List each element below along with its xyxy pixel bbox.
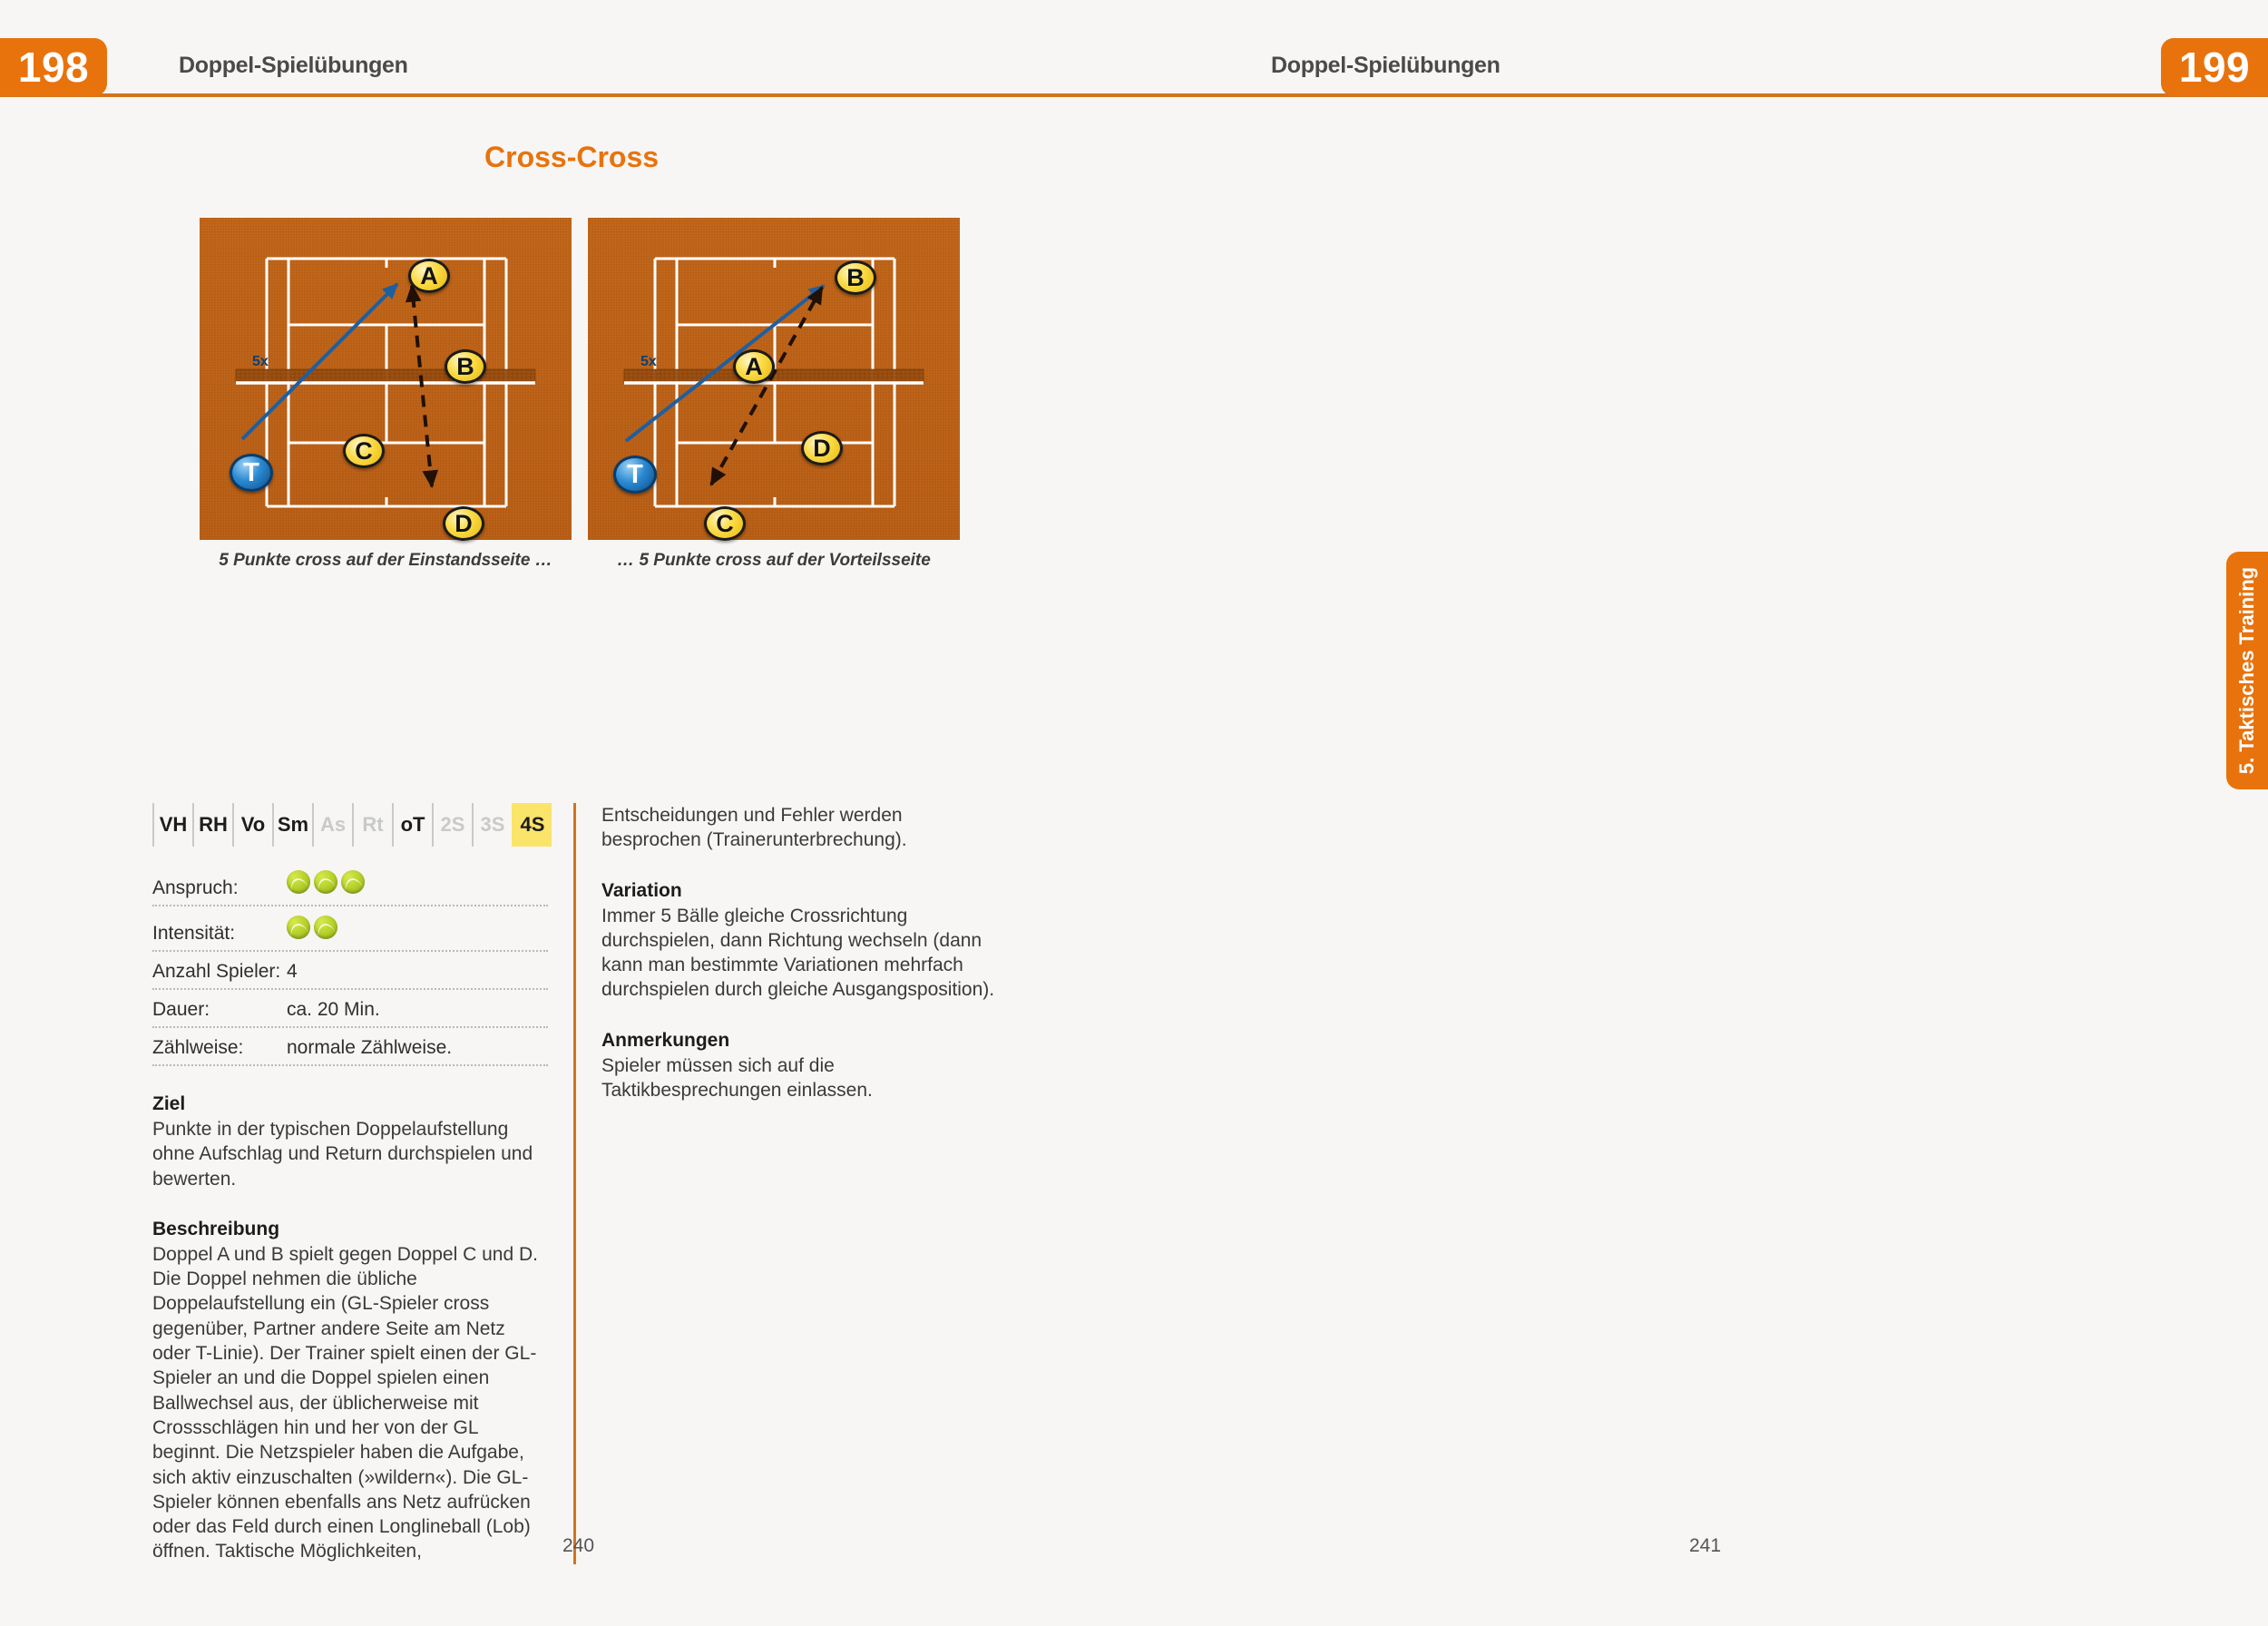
page-badge-right: 199	[2161, 38, 2268, 96]
exercise-title: Cross-Cross	[484, 141, 660, 173]
trainer-marker: T	[230, 454, 273, 492]
stroke-type-badge-row: VH RH Vo Sm As Rt oT 2S 3S 4S	[152, 803, 552, 847]
spec-value: 4	[287, 961, 298, 982]
running-head-left: Doppel-Spielübungen	[179, 53, 408, 78]
trainer-marker-label: T	[627, 459, 643, 489]
text-columns: VH RH Vo Sm As Rt oT 2S 3S 4S Anspruch: Intensität:…	[152, 803, 1000, 1564]
footer-page-number-left: 240	[562, 1535, 595, 1556]
ziel-text: Punkte in der typischen Doppelaufstellun…	[152, 1119, 533, 1190]
spec-label: Dauer:	[152, 999, 210, 1020]
stroke-badge-rh[interactable]: RH	[192, 803, 232, 847]
ziel-heading: Ziel	[152, 1093, 186, 1114]
player-marker-a: A	[733, 349, 775, 384]
stroke-badge-as[interactable]: As	[312, 803, 352, 847]
stroke-badge-vh[interactable]: VH	[152, 803, 192, 847]
player-marker-d: D	[443, 506, 484, 541]
player-marker-c: C	[343, 434, 385, 468]
anmerkungen-heading: Anmerkungen	[601, 1029, 730, 1051]
beschreibung-heading: Beschreibung	[152, 1218, 280, 1239]
spec-label: Zählweise:	[152, 1037, 244, 1058]
tennis-ball-icon	[287, 916, 310, 939]
tennis-ball-icon	[341, 870, 365, 894]
right-text-column: Entscheidungen und Fehler werden besproc…	[576, 803, 1000, 1564]
tennis-ball-icon	[287, 870, 310, 894]
court-caption: 5 Punkte cross auf der Einstandsseite …	[219, 551, 552, 570]
trainer-marker: T	[613, 455, 657, 494]
footer-page-number-right: 241	[1689, 1535, 1722, 1556]
player-marker-a: A	[408, 259, 450, 293]
beschreibung-continuation-text: Entscheidungen und Fehler werden besproc…	[601, 805, 907, 851]
stroke-badge-2s[interactable]: 2S	[432, 803, 472, 847]
stroke-badge-3s[interactable]: 3S	[472, 803, 512, 847]
player-marker-c: C	[704, 506, 746, 541]
left-text-column: VH RH Vo Sm As Rt oT 2S 3S 4S Anspruch: Intensität:…	[152, 803, 576, 1564]
chapter-side-tab: 5. Taktisches Training	[2226, 552, 2268, 789]
player-marker-d: D	[801, 431, 843, 465]
running-head-right: Doppel-Spielübungen	[1271, 53, 1501, 78]
rating-balls	[287, 870, 365, 894]
spec-value: normale Zählweise.	[287, 1037, 453, 1058]
spec-row: Anzahl Spieler: 4	[152, 961, 548, 990]
chapter-side-tab-label: 5. Taktisches Training	[2235, 566, 2258, 775]
court-diagram-row: 5x A B C D T 5 Punkte cross auf der Einstandss…	[200, 218, 960, 571]
spec-row: Intensität:	[152, 916, 548, 952]
rating-balls	[287, 916, 337, 939]
player-marker-label: D	[813, 434, 831, 462]
spec-row: Anspruch:	[152, 870, 548, 906]
spec-row: Zählweise: normale Zählweise.	[152, 1037, 548, 1066]
repeat-count-label: 5x	[640, 354, 657, 369]
stroke-badge-vo[interactable]: Vo	[232, 803, 272, 847]
tennis-ball-icon	[314, 916, 337, 939]
player-marker-label: B	[846, 263, 865, 291]
player-marker-label: A	[420, 261, 438, 289]
book-spread: 198 199 Doppel-Spielübungen Doppel-Spiel…	[0, 0, 2268, 1626]
player-marker-label: D	[455, 509, 473, 537]
stroke-badge-ot[interactable]: oT	[392, 803, 432, 847]
tennis-ball-icon	[314, 870, 337, 894]
beschreibung-text: Doppel A und B spielt gegen Doppel C und…	[152, 1243, 538, 1562]
spec-row: Dauer: ca. 20 Min.	[152, 999, 548, 1028]
anmerkungen-text: Spieler müssen sich auf die Taktikbespre…	[601, 1054, 873, 1102]
page-badge-left: 198	[0, 38, 107, 96]
player-marker-label: C	[716, 509, 734, 537]
repeat-count-label: 5x	[252, 354, 269, 369]
player-marker-label: A	[745, 352, 763, 380]
court-caption: … 5 Punkte cross auf der Vorteilsseite	[617, 551, 931, 570]
header-rule-left	[0, 93, 1141, 97]
trainer-marker-label: T	[243, 457, 259, 487]
player-marker-label: C	[355, 436, 373, 465]
variation-text: Immer 5 Bälle gleiche Crossrichtung durc…	[601, 905, 995, 1001]
header-rule-right	[1141, 93, 2268, 97]
stroke-badge-rt[interactable]: Rt	[352, 803, 392, 847]
tennis-court-diagram: 5x B A D C T	[588, 218, 960, 541]
variation-heading: Variation	[601, 879, 682, 901]
court-figure: 5x B A D C T … 5 Punkte cross auf der Vorteils…	[588, 218, 960, 571]
spec-value: ca. 20 Min.	[287, 999, 380, 1020]
spec-label: Anspruch:	[152, 877, 239, 898]
court-diagram-svg-0	[235, 257, 536, 508]
player-marker-label: B	[456, 352, 474, 380]
player-marker-b: B	[835, 260, 876, 295]
spec-label: Intensität:	[152, 923, 236, 944]
stroke-badge-sm[interactable]: Sm	[272, 803, 312, 847]
court-figure: 5x A B C D T 5 Punkte cross auf der Einstandss…	[200, 218, 572, 571]
stroke-badge-4s[interactable]: 4S	[512, 803, 552, 847]
tennis-court-diagram: 5x A B C D T	[200, 218, 572, 541]
player-marker-b: B	[445, 349, 486, 384]
spec-label: Anzahl Spieler:	[152, 961, 281, 982]
